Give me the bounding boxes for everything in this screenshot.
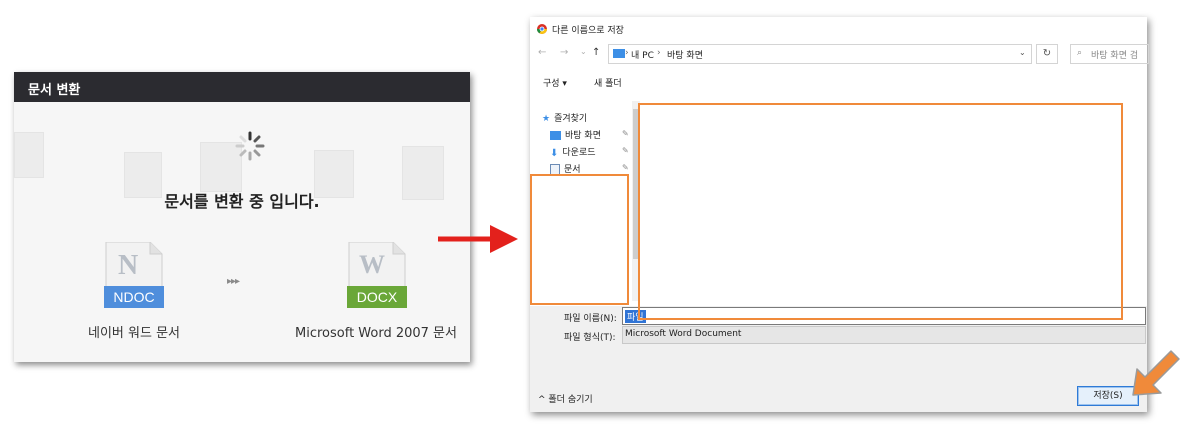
refresh-button[interactable]: ↻ [1036, 44, 1058, 64]
red-arrow-icon [438, 225, 518, 253]
convert-title: 문서 변환 [28, 83, 81, 98]
filetype-select[interactable]: Microsoft Word Document [622, 326, 1146, 344]
download-icon: ⬇ [550, 148, 559, 159]
ndoc-file-icon: N NDOC [104, 242, 164, 308]
recent-dropdown-icon[interactable]: ⌄ [580, 47, 587, 56]
docx-badge: DOCX [347, 286, 407, 308]
new-folder-button[interactable]: 새 폴더 [594, 76, 622, 89]
convert-titlebar: 문서 변환 [14, 72, 470, 102]
desktop-icon [550, 131, 561, 140]
docx-file-icon: W DOCX [347, 242, 407, 308]
convert-message: 문서를 변환 중 입니다. [164, 192, 320, 211]
address-bar[interactable]: › 내 PC › 바탕 화면 ⌄ [608, 44, 1032, 64]
sidebar-item-desktop[interactable]: 바탕 화면 [550, 128, 601, 141]
chevron-right-icon: › [657, 48, 661, 58]
sidebar-item-label: 바탕 화면 [565, 131, 601, 141]
up-arrow-icon[interactable]: ↑ [592, 47, 600, 58]
sidebar-item-label: 즐겨찾기 [554, 114, 588, 124]
sidebar-item-label: 다운로드 [562, 148, 596, 158]
save-as-dialog: 다른 이름으로 저장 ← → ⌄ ↑ › 내 PC › 바탕 화면 ⌄ ↻ ⌕ … [530, 17, 1149, 412]
filetype-label: 파일 형식(T): [564, 333, 616, 343]
ndoc-badge: NDOC [104, 286, 164, 308]
search-icon: ⌕ [1077, 48, 1083, 58]
hide-folders-button[interactable]: ^ 폴더 숨기기 [538, 392, 593, 405]
pin-icon: ✎ [622, 129, 629, 138]
highlight-box-sidebar [530, 174, 629, 305]
source-format-label: 네이버 워드 문서 [88, 326, 180, 341]
dialog-title: 다른 이름으로 저장 [552, 26, 624, 36]
ghost-document [14, 132, 44, 178]
pin-icon: ✎ [622, 163, 629, 172]
back-arrow-icon[interactable]: ← [538, 47, 546, 58]
sidebar-item-downloads[interactable]: ⬇ 다운로드 [550, 145, 596, 159]
star-icon: ★ [542, 114, 551, 124]
pin-icon: ✎ [622, 146, 629, 155]
search-input[interactable]: ⌕ 바탕 화면 검 [1070, 44, 1149, 64]
orange-arrow-icon [1132, 350, 1180, 396]
navigation-bar: ← → ⌄ ↑ › 내 PC › 바탕 화면 ⌄ ↻ ⌕ 바탕 화면 검 [530, 43, 1149, 65]
sidebar-item-favorites[interactable]: ★ 즐겨찾기 [542, 111, 587, 124]
chevron-right-icon: › [625, 48, 629, 58]
docx-letter: W [359, 250, 385, 279]
forward-arrow-icon[interactable]: → [560, 47, 568, 58]
filetype-value: Microsoft Word Document [625, 329, 742, 339]
dialog-toolbar: 구성 ▾ 새 폴더 [530, 73, 1147, 91]
breadcrumb-item-desktop[interactable]: 바탕 화면 [667, 48, 703, 61]
dialog-footer: ^ 폴더 숨기기 저장(S) [530, 362, 1147, 412]
chrome-icon [537, 24, 547, 34]
target-format-label: Microsoft Word 2007 문서 [295, 326, 457, 341]
search-placeholder: 바탕 화면 검 [1091, 51, 1139, 61]
loading-spinner-icon [235, 131, 265, 161]
filename-label: 파일 이름(N): [564, 314, 617, 324]
organize-button[interactable]: 구성 ▾ [543, 76, 567, 89]
chevron-down-icon[interactable]: ⌄ [1019, 48, 1026, 57]
convert-panel: 문서 변환 문서를 변환 중 입니다. N NDOC ▸▸▸ W DOCX 네이… [14, 72, 470, 362]
ndoc-letter: N [118, 250, 139, 281]
pc-icon [613, 49, 625, 58]
breadcrumb-item-pc[interactable]: 내 PC [631, 48, 654, 61]
progress-arrows: ▸▸▸ [227, 276, 240, 287]
highlight-box-file-area [638, 103, 1123, 320]
